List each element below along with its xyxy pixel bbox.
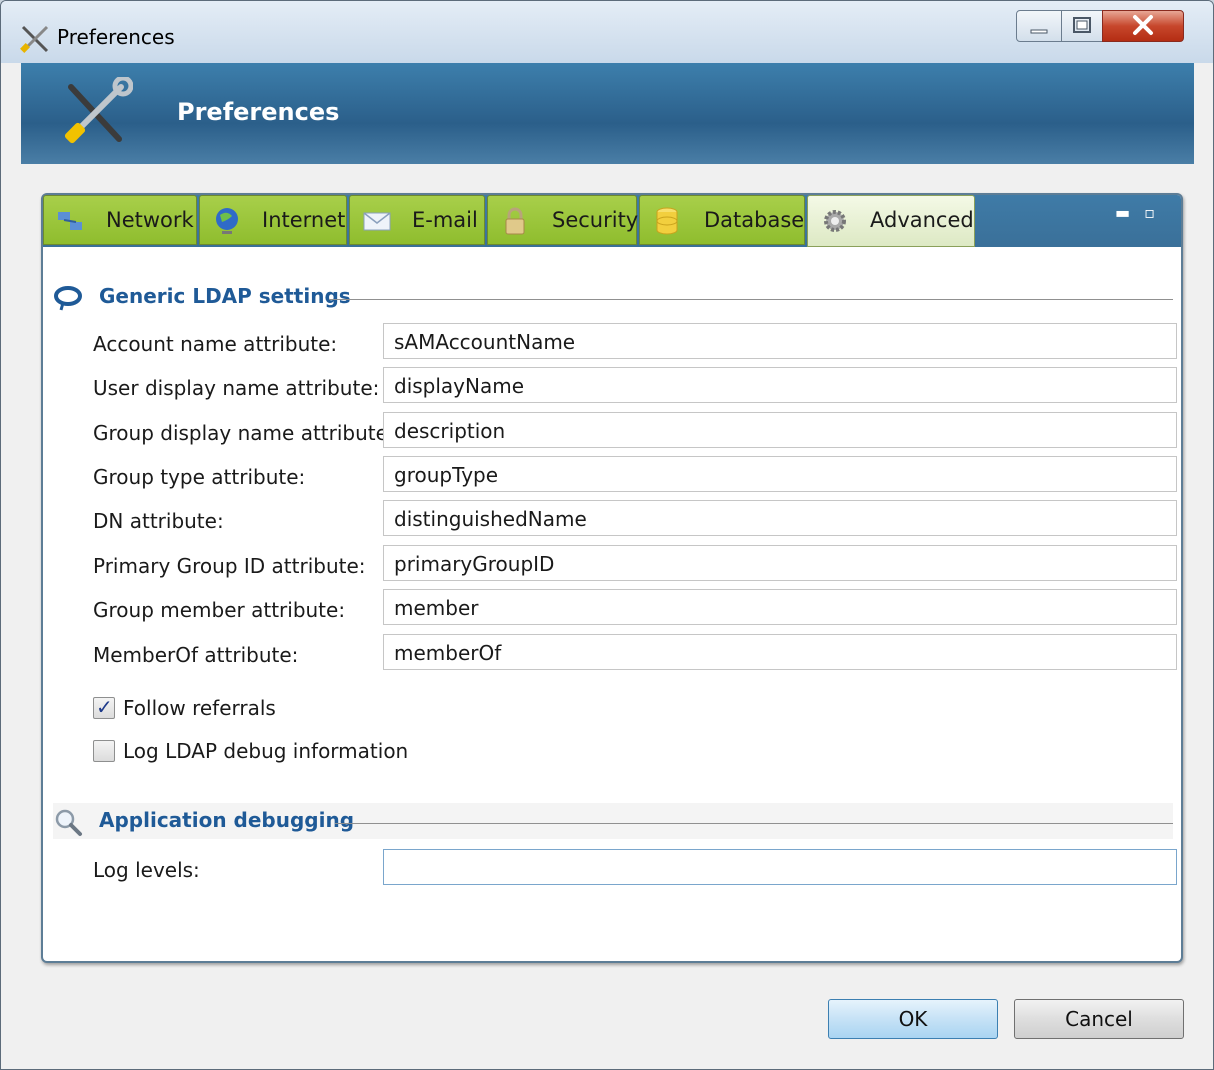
account-name-attribute-input[interactable]: sAMAccountName: [383, 323, 1177, 359]
field-label: Primary Group ID attribute:: [93, 554, 366, 578]
field-label: Log levels:: [93, 858, 200, 882]
title-bar[interactable]: Preferences: [1, 1, 1213, 63]
tab-email[interactable]: E-mail: [349, 195, 485, 245]
tab-network[interactable]: Network: [43, 195, 197, 245]
dialog-body: Network Internet E-mail Security Databas…: [21, 164, 1194, 1064]
tab-label: Advanced: [870, 208, 974, 232]
checkmark-icon: ✓: [96, 695, 113, 719]
field-label: Group display name attribute:: [93, 421, 395, 445]
tab-label: Security: [552, 208, 639, 232]
tab-label: Database: [704, 208, 805, 232]
window-title: Preferences: [57, 25, 175, 49]
envelope-icon: [363, 212, 391, 231]
header-banner: Preferences: [21, 63, 1194, 164]
banner-title: Preferences: [177, 98, 340, 126]
section-header-ldap: Generic LDAP settings: [53, 279, 1173, 315]
maximize-button[interactable]: [1061, 10, 1103, 42]
tab-strip: Network Internet E-mail Security Databas…: [43, 195, 1181, 247]
ok-button[interactable]: OK: [828, 999, 998, 1039]
tab-label: Network: [106, 208, 194, 232]
tab-advanced[interactable]: Advanced: [807, 195, 975, 247]
database-icon: [656, 207, 678, 235]
memberof-attribute-input[interactable]: memberOf: [383, 634, 1177, 670]
maximize-icon: [1073, 17, 1091, 33]
tab-label: Internet: [262, 208, 346, 232]
gear-icon: [824, 210, 846, 232]
lock-icon: [505, 207, 525, 235]
follow-referrals-checkbox[interactable]: ✓: [93, 695, 115, 719]
user-display-name-attribute-input[interactable]: displayName: [383, 367, 1177, 403]
panel-controls[interactable]: ▬▫: [1115, 203, 1169, 222]
checkbox-label: Log LDAP debug information: [123, 739, 409, 763]
primary-group-id-attribute-input[interactable]: primaryGroupID: [383, 545, 1177, 581]
network-icon: [58, 212, 82, 230]
section-divider: [329, 299, 1173, 300]
globe-icon: [216, 208, 238, 234]
cancel-button[interactable]: Cancel: [1014, 999, 1184, 1039]
group-display-name-attribute-input[interactable]: description: [383, 412, 1177, 448]
field-label: Account name attribute:: [93, 332, 338, 356]
tab-label: E-mail: [412, 208, 478, 232]
group-member-attribute-input[interactable]: member: [383, 589, 1177, 625]
magnifier-icon: [55, 809, 82, 836]
field-label: Group member attribute:: [93, 598, 346, 622]
section-title: Generic LDAP settings: [99, 284, 351, 308]
preferences-window: Preferences Preferences Network Internet…: [0, 0, 1214, 1070]
field-label: User display name attribute:: [93, 376, 380, 400]
field-label: MemberOf attribute:: [93, 643, 299, 667]
minimize-icon: [1030, 29, 1048, 34]
field-label: DN attribute:: [93, 509, 224, 533]
log-levels-input[interactable]: [383, 849, 1177, 885]
minimize-button[interactable]: [1016, 10, 1062, 42]
checkbox-label: Follow referrals: [123, 696, 276, 720]
close-button[interactable]: [1102, 10, 1184, 42]
close-icon: [1133, 15, 1153, 35]
section-title: Application debugging: [99, 808, 355, 832]
field-label: Group type attribute:: [93, 465, 306, 489]
dn-attribute-input[interactable]: distinguishedName: [383, 500, 1177, 536]
tab-panel: Network Internet E-mail Security Databas…: [41, 193, 1183, 963]
log-ldap-debug-checkbox[interactable]: [93, 740, 115, 762]
ldap-icon: [54, 286, 82, 311]
tab-database[interactable]: Database: [639, 195, 805, 245]
section-divider: [335, 823, 1173, 824]
tab-security[interactable]: Security: [487, 195, 639, 245]
group-type-attribute-input[interactable]: groupType: [383, 456, 1177, 492]
section-header-debug: Application debugging: [53, 803, 1173, 839]
tools-icon: [64, 77, 133, 144]
tab-internet[interactable]: Internet: [199, 195, 347, 245]
tools-icon: [20, 25, 49, 53]
